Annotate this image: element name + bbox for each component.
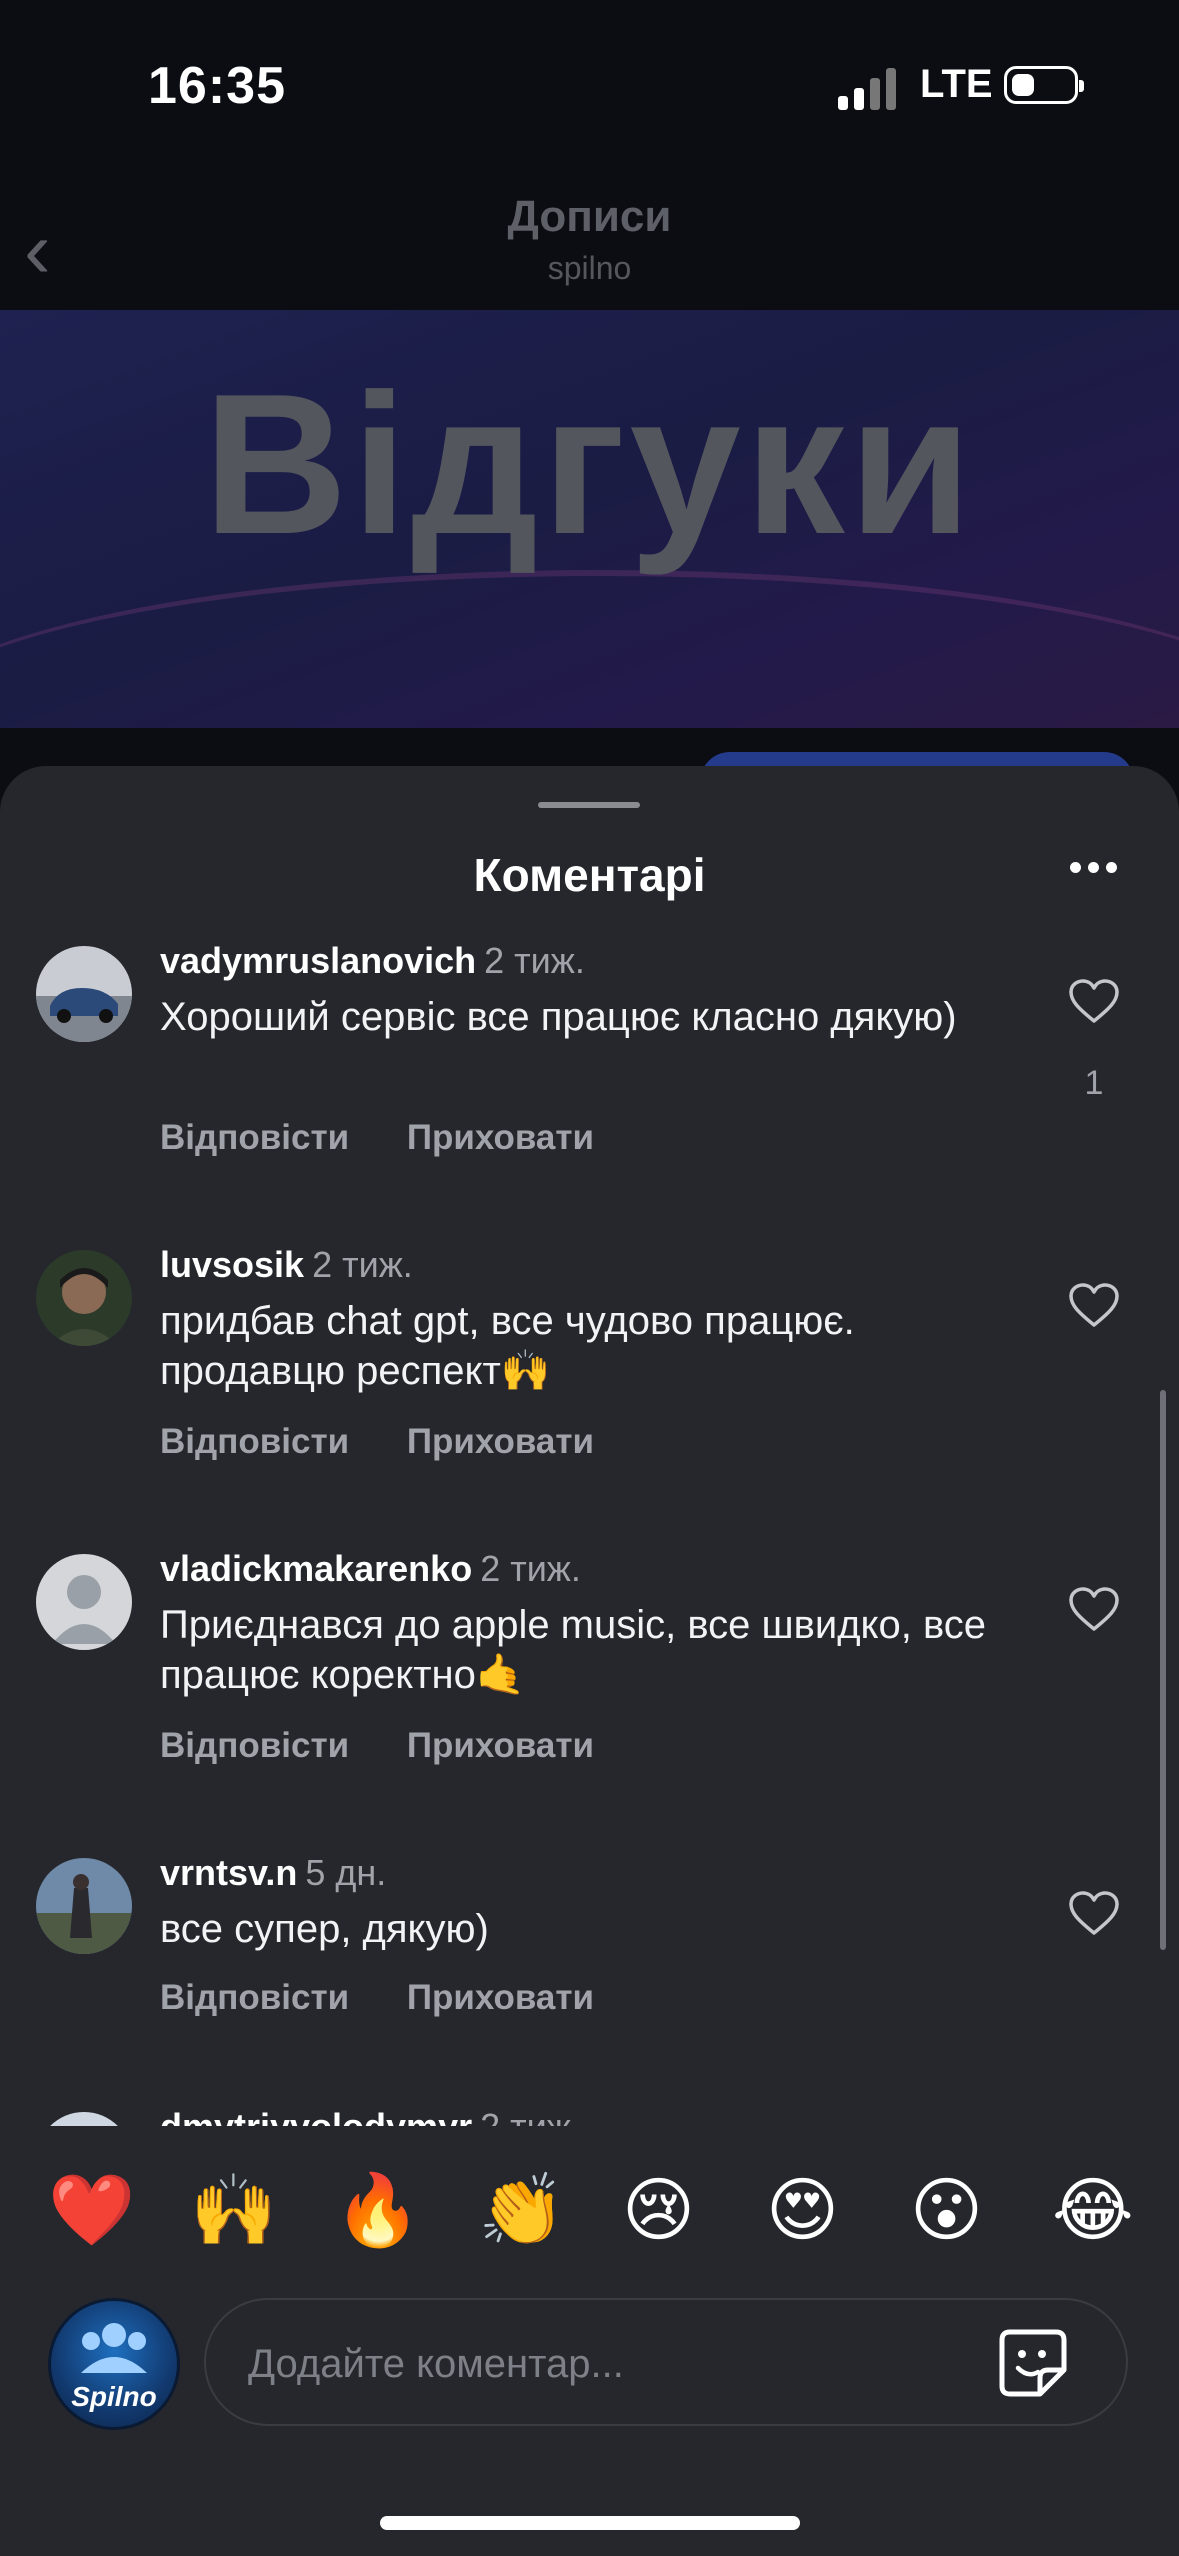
avatar-label: Spilno [71, 2381, 157, 2412]
heart-icon[interactable] [1068, 1282, 1120, 1328]
status-bar: 16:35 LTE [0, 0, 1179, 150]
comment-composer: Spilno [0, 2290, 1179, 2450]
banner-text: Відгуки [203, 353, 976, 576]
comment-time: 2 тиж. [480, 2106, 581, 2126]
emoji-raised-hands[interactable]: 🙌 [190, 2168, 277, 2252]
avatar[interactable] [36, 2112, 132, 2126]
reply-button[interactable]: Відповісти [160, 1726, 349, 1765]
hide-button[interactable]: Приховати [407, 1726, 594, 1765]
sheet-title: Коментарі [473, 849, 706, 901]
comment-time: 2 тиж. [484, 940, 585, 981]
comment-time: 2 тиж. [480, 1548, 581, 1589]
reply-button[interactable]: Відповісти [160, 1978, 349, 2017]
status-time: 16:35 [148, 57, 286, 115]
comment-text: придбав chat gpt, все чудово працює. про… [160, 1299, 855, 1393]
network-type: LTE [920, 62, 993, 106]
emoji-quick-bar: ❤️ 🙌 🔥 👏 😢 😍 😮 😂 [0, 2160, 1179, 2260]
scrollbar[interactable] [1160, 1390, 1166, 1950]
emoji-laughing[interactable]: 😂 [1052, 2168, 1134, 2252]
current-user-avatar[interactable]: Spilno [48, 2298, 180, 2430]
avatar[interactable] [36, 1250, 132, 1346]
avatar[interactable] [36, 946, 132, 1042]
emoji-surprised[interactable]: 😮 [910, 2168, 983, 2252]
comment-text: Хороший сервіс все працює класно дякую) [160, 995, 957, 1039]
heart-icon[interactable] [1068, 1890, 1120, 1936]
emoji-fire[interactable]: 🔥 [334, 2168, 421, 2252]
page-subtitle: spilno [547, 250, 632, 286]
comment-item: vladickmakarenko 2 тиж. Приєднався до app… [0, 1544, 1179, 1824]
emoji-heart[interactable]: ❤️ [48, 2168, 135, 2252]
emoji-heart-eyes[interactable]: 😍 [766, 2168, 839, 2252]
post-banner-image: Відгуки [0, 310, 1179, 728]
reply-button[interactable]: Відповісти [160, 1118, 349, 1157]
hide-button[interactable]: Приховати [407, 1978, 594, 2017]
sheet-grabber[interactable] [538, 802, 640, 808]
avatar[interactable] [36, 1858, 132, 1954]
reply-button[interactable]: Відповісти [160, 1422, 349, 1461]
hide-button[interactable]: Приховати [407, 1118, 594, 1157]
emoji-clap[interactable]: 👏 [478, 2168, 565, 2252]
comment-time: 5 дн. [305, 1852, 387, 1893]
comment-item: luvsosik 2 тиж. придбав chat gpt, все чуд… [0, 1240, 1179, 1520]
comment-time: 2 тиж. [312, 1244, 413, 1285]
page-title: Дописи [507, 192, 672, 241]
comment-username[interactable]: vadymruslanovich [160, 940, 476, 981]
battery-icon [1004, 66, 1084, 104]
comment-item: dmytriyvolodymyr 2 тиж. [0, 2102, 1179, 2126]
comments-sheet: Коментарі vadymruslanovich 2 тиж. Хороший… [0, 766, 1179, 2556]
comment-username[interactable]: vladickmakarenko [160, 1548, 472, 1589]
comment-username[interactable]: luvsosik [160, 1244, 304, 1285]
heart-icon[interactable] [1068, 1586, 1120, 1632]
comment-username[interactable]: dmytriyvolodymyr [160, 2106, 472, 2126]
comment-input[interactable] [246, 2328, 990, 2400]
comment-text: Приєднався до apple music, все швидко, в… [160, 1603, 987, 1697]
sticker-icon[interactable] [996, 2326, 1070, 2400]
comments-list[interactable]: vadymruslanovich 2 тиж. Хороший сервіс вс… [0, 936, 1179, 2126]
comment-item: vadymruslanovich 2 тиж. Хороший сервіс вс… [0, 936, 1179, 1216]
comment-item: vrntsv.n 5 дн. все супер, дякую) Відповіс… [0, 1848, 1179, 2126]
like-count: 1 [1084, 1064, 1104, 1102]
more-options-icon[interactable] [1064, 852, 1124, 882]
emoji-crying[interactable]: 😢 [622, 2168, 695, 2252]
heart-icon[interactable] [1068, 978, 1120, 1024]
avatar[interactable] [36, 1554, 132, 1650]
comment-input-container[interactable] [204, 2298, 1128, 2426]
comment-username[interactable]: vrntsv.n [160, 1852, 297, 1893]
hide-button[interactable]: Приховати [407, 1422, 594, 1461]
comment-text: все супер, дякую) [160, 1907, 489, 1951]
home-indicator[interactable] [380, 2516, 800, 2530]
cellular-signal-icon [838, 68, 900, 110]
